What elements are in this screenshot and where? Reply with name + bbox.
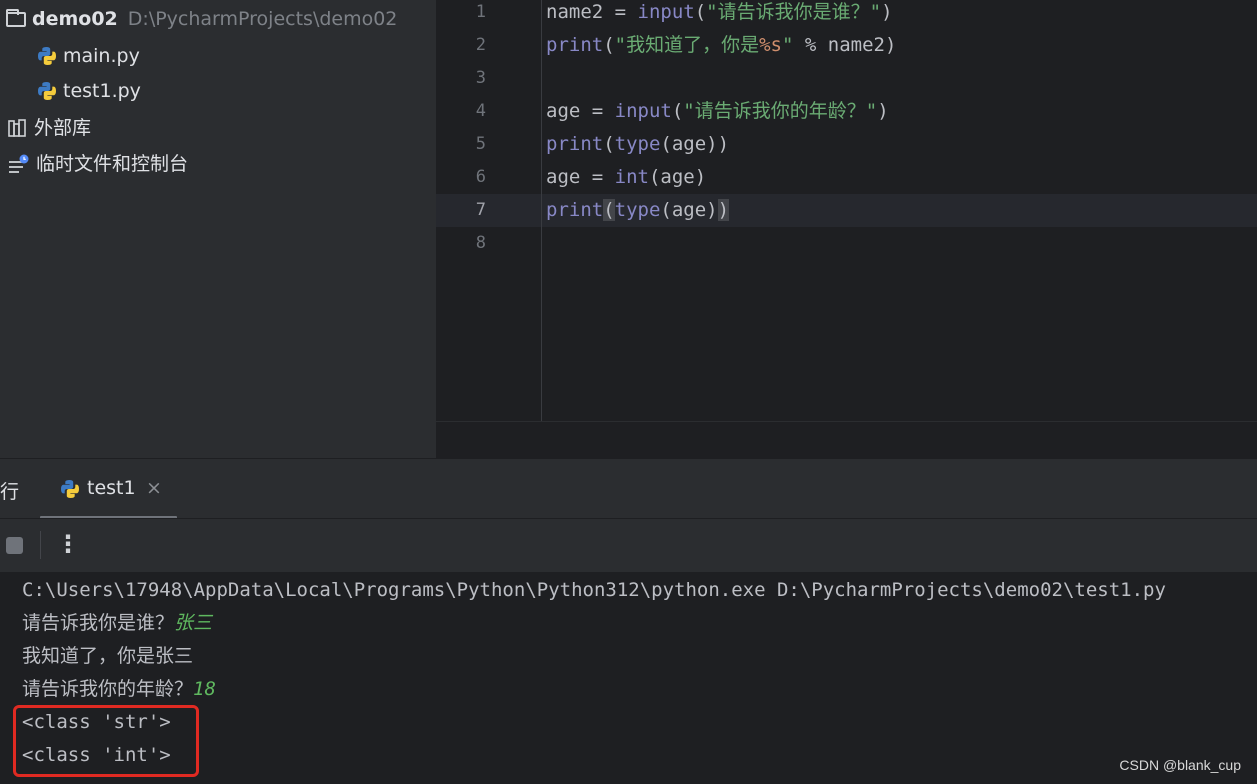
console-line: 我知道了，你是张三 [22, 645, 194, 667]
run-tab-label: test1 [87, 477, 136, 499]
stop-icon[interactable] [6, 537, 23, 554]
code-text: print(type(age)) [546, 199, 730, 221]
code-text: name2 = input("请告诉我你是谁？") [546, 1, 893, 23]
project-tree: demo02 D:\PycharmProjects\demo02 main.py… [0, 0, 436, 458]
code-line[interactable]: 5 print(type(age)) [436, 128, 1257, 161]
watermark: CSDN @blank_cup [1119, 757, 1241, 773]
gutter-divider [541, 0, 542, 421]
code-line[interactable]: 2 print("我知道了，你是%s" % name2) [436, 29, 1257, 62]
editor-footer [436, 421, 1257, 459]
root-folder-name: demo02 [32, 8, 118, 30]
library-icon [8, 119, 26, 137]
tree-item-scratches[interactable]: 临时文件和控制台 [8, 147, 188, 181]
line-number: 8 [475, 233, 486, 253]
tree-item-test1-py[interactable]: test1.py [37, 74, 141, 108]
line-number: 4 [475, 101, 486, 121]
line-number: 7 [475, 200, 486, 220]
toolbar-divider [40, 531, 41, 559]
annotation-highlight-box [13, 705, 199, 777]
close-icon[interactable]: × [146, 477, 162, 499]
code-line[interactable]: 6 age = int(age) [436, 161, 1257, 194]
tree-item-main-py[interactable]: main.py [37, 39, 140, 73]
console-line: 请告诉我你的年龄？18 [22, 678, 216, 700]
scratch-console-icon [9, 154, 29, 173]
code-text: age = input("请告诉我你的年龄？") [546, 100, 889, 122]
code-text: age = int(age) [546, 166, 707, 188]
code-text: print(type(age)) [546, 133, 730, 155]
line-number: 3 [475, 68, 486, 88]
run-tab-test1[interactable]: test1 × [40, 459, 177, 519]
console-line: 请告诉我你是谁？张三 [22, 612, 213, 634]
code-line[interactable]: 8 [436, 227, 1257, 260]
code-line[interactable]: 1 name2 = input("请告诉我你是谁？") [436, 0, 1257, 29]
matched-bracket: ( [603, 199, 615, 221]
more-vertical-icon[interactable]: ⋮ [56, 529, 80, 561]
line-number: 5 [475, 134, 486, 154]
code-text: print("我知道了，你是%s" % name2) [546, 34, 897, 56]
tree-item-label: main.py [63, 45, 140, 67]
code-line[interactable]: 4 age = input("请告诉我你的年龄？") [436, 95, 1257, 128]
tree-item-label: 临时文件和控制台 [36, 153, 189, 175]
folder-icon [6, 8, 26, 27]
root-folder-path: D:\PycharmProjects\demo02 [127, 8, 398, 30]
console-command-line: C:\Users\17948\AppData\Local\Programs\Py… [22, 579, 1166, 601]
tree-item-external-libraries[interactable]: 外部库 [8, 111, 91, 145]
line-number: 6 [475, 167, 486, 187]
tree-item-label: test1.py [63, 80, 141, 102]
user-input: 18 [193, 678, 216, 700]
tree-root-demo02[interactable]: demo02 D:\PycharmProjects\demo02 [6, 2, 397, 36]
python-file-icon [61, 480, 79, 498]
matched-bracket: ) [717, 199, 730, 221]
line-number: 1 [475, 2, 486, 22]
run-tool-label: 行 [0, 481, 20, 503]
tree-item-label: 外部库 [34, 117, 92, 139]
run-toolbar: ⋮ [0, 518, 1257, 573]
run-tool-header: 行 test1 × [0, 458, 1257, 519]
code-line[interactable]: 3 [436, 62, 1257, 95]
python-file-icon [38, 82, 56, 100]
user-input: 张三 [174, 612, 213, 634]
code-line-current[interactable]: 7 print(type(age)) [436, 194, 1257, 227]
line-number: 2 [475, 35, 486, 55]
python-file-icon [38, 47, 56, 65]
